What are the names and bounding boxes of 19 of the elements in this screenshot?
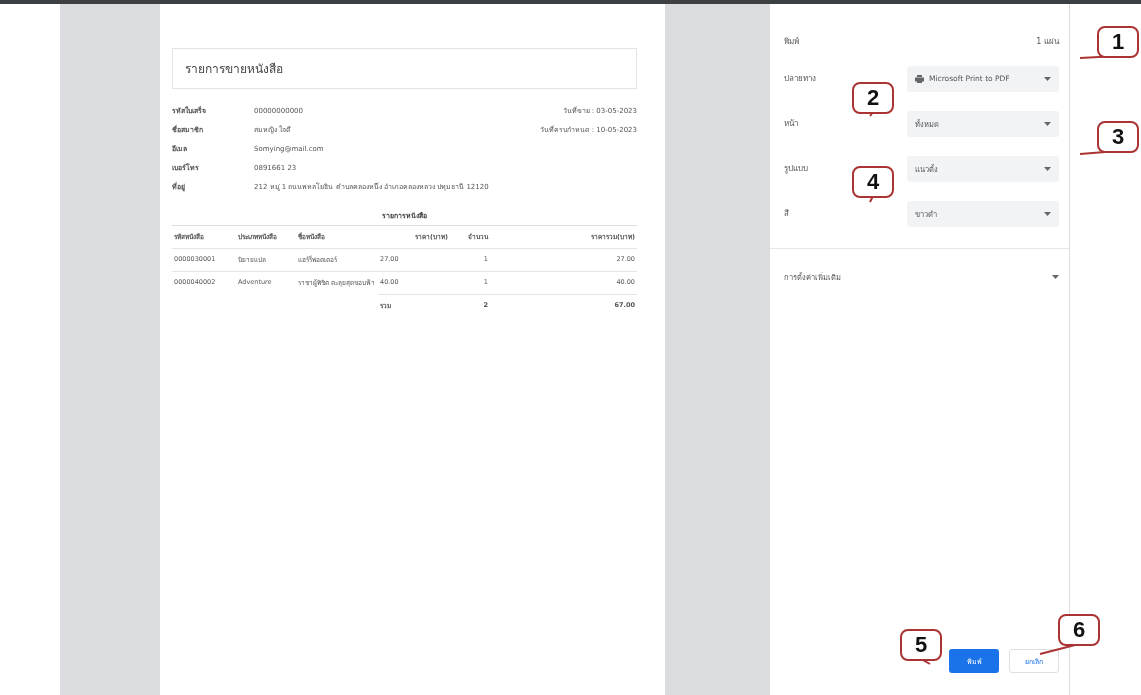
dropdown-caret-icon	[1052, 275, 1059, 279]
document-title: รายการขายหนังสือ	[172, 48, 637, 89]
callout-number: 3	[1097, 121, 1139, 153]
callout-number: 5	[900, 629, 942, 661]
dropdown-caret-icon	[1044, 166, 1051, 171]
dropdown-caret-icon	[1044, 211, 1051, 216]
callout-number: 2	[852, 82, 894, 114]
setting-label: หน้า	[784, 118, 798, 130]
panel-title: พิมพ์	[784, 35, 799, 48]
setting-label: ปลายทาง	[784, 73, 816, 85]
callout-number: 4	[852, 166, 894, 198]
sheet-count: 1 แผ่น	[1036, 35, 1059, 48]
setting-label: สี	[784, 208, 789, 220]
setting-label: รูปแบบ	[784, 163, 808, 175]
printer-icon	[915, 74, 924, 83]
callout-number: 1	[1097, 26, 1139, 58]
callout-number: 6	[1058, 614, 1100, 646]
dropdown-caret-icon	[1044, 121, 1051, 126]
dropdown-caret-icon	[1044, 76, 1051, 81]
